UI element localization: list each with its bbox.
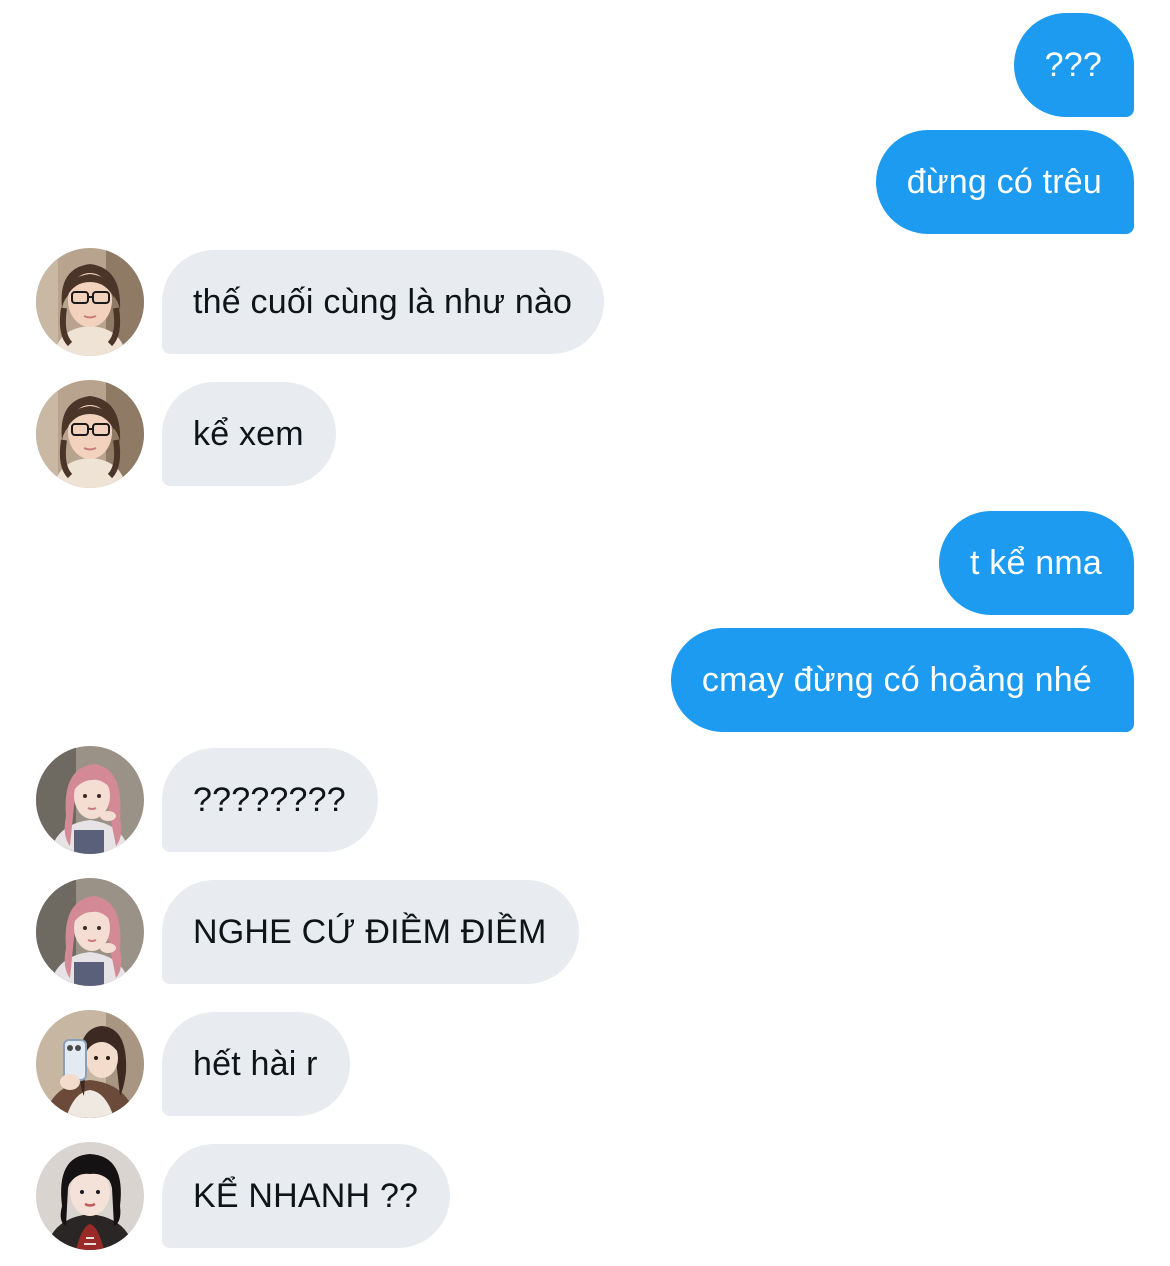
received-message-bubble[interactable]: ???????? [162, 748, 378, 852]
message-row-sent: cmay đừng có hoảng nhé [0, 628, 1170, 734]
avatar-pink-hair-girl[interactable] [36, 746, 144, 854]
message-row-received: ???????? [0, 746, 1170, 854]
message-text: ??? [1044, 46, 1102, 84]
message-row-received: hết hài r [0, 1010, 1170, 1118]
sent-message-bubble[interactable]: t kể nma [939, 511, 1134, 615]
message-row-received: KỂ NHANH ?? [0, 1142, 1170, 1250]
received-message-bubble[interactable]: NGHE CỨ ĐIỀM ĐIỀM [162, 880, 579, 984]
message-text: kể xem [193, 415, 304, 453]
message-row-sent: đừng có trêu [0, 130, 1170, 236]
avatar-black-hair-girl[interactable] [36, 1142, 144, 1250]
sent-message-bubble[interactable]: ??? [1013, 13, 1134, 117]
message-row-sent: t kể nma [0, 511, 1170, 617]
sent-message-bubble[interactable]: cmay đừng có hoảng nhé [670, 628, 1134, 732]
message-text: cmay đừng có hoảng nhé [701, 661, 1092, 699]
avatar-glasses-girl[interactable] [36, 248, 144, 356]
message-text: t kể nma [970, 544, 1102, 582]
avatar-mirror-selfie-girl[interactable] [36, 1010, 144, 1118]
received-message-bubble[interactable]: hết hài r [162, 1012, 350, 1116]
received-message-bubble[interactable]: thế cuối cùng là như nào [162, 250, 605, 354]
avatar-glasses-girl[interactable] [36, 380, 144, 488]
message-thread: ??? đừng có trêu thế cuối cùng là như nà… [0, 0, 1170, 1266]
received-message-bubble[interactable]: kể xem [162, 382, 336, 486]
message-text: NGHE CỨ ĐIỀM ĐIỀM [193, 913, 547, 951]
message-row-sent: ??? [0, 13, 1170, 119]
message-text: đừng có trêu [906, 163, 1102, 201]
avatar-pink-hair-girl[interactable] [36, 878, 144, 986]
message-row-received: NGHE CỨ ĐIỀM ĐIỀM [0, 878, 1170, 986]
message-row-received: thế cuối cùng là như nào [0, 248, 1170, 356]
message-text: ???????? [193, 781, 346, 819]
message-text: KỂ NHANH ?? [193, 1177, 419, 1215]
message-text: hết hài r [193, 1045, 318, 1083]
message-text: thế cuối cùng là như nào [193, 283, 573, 321]
sent-message-bubble[interactable]: đừng có trêu [875, 130, 1134, 234]
message-row-received: kể xem [0, 380, 1170, 488]
received-message-bubble[interactable]: KỂ NHANH ?? [162, 1144, 451, 1248]
